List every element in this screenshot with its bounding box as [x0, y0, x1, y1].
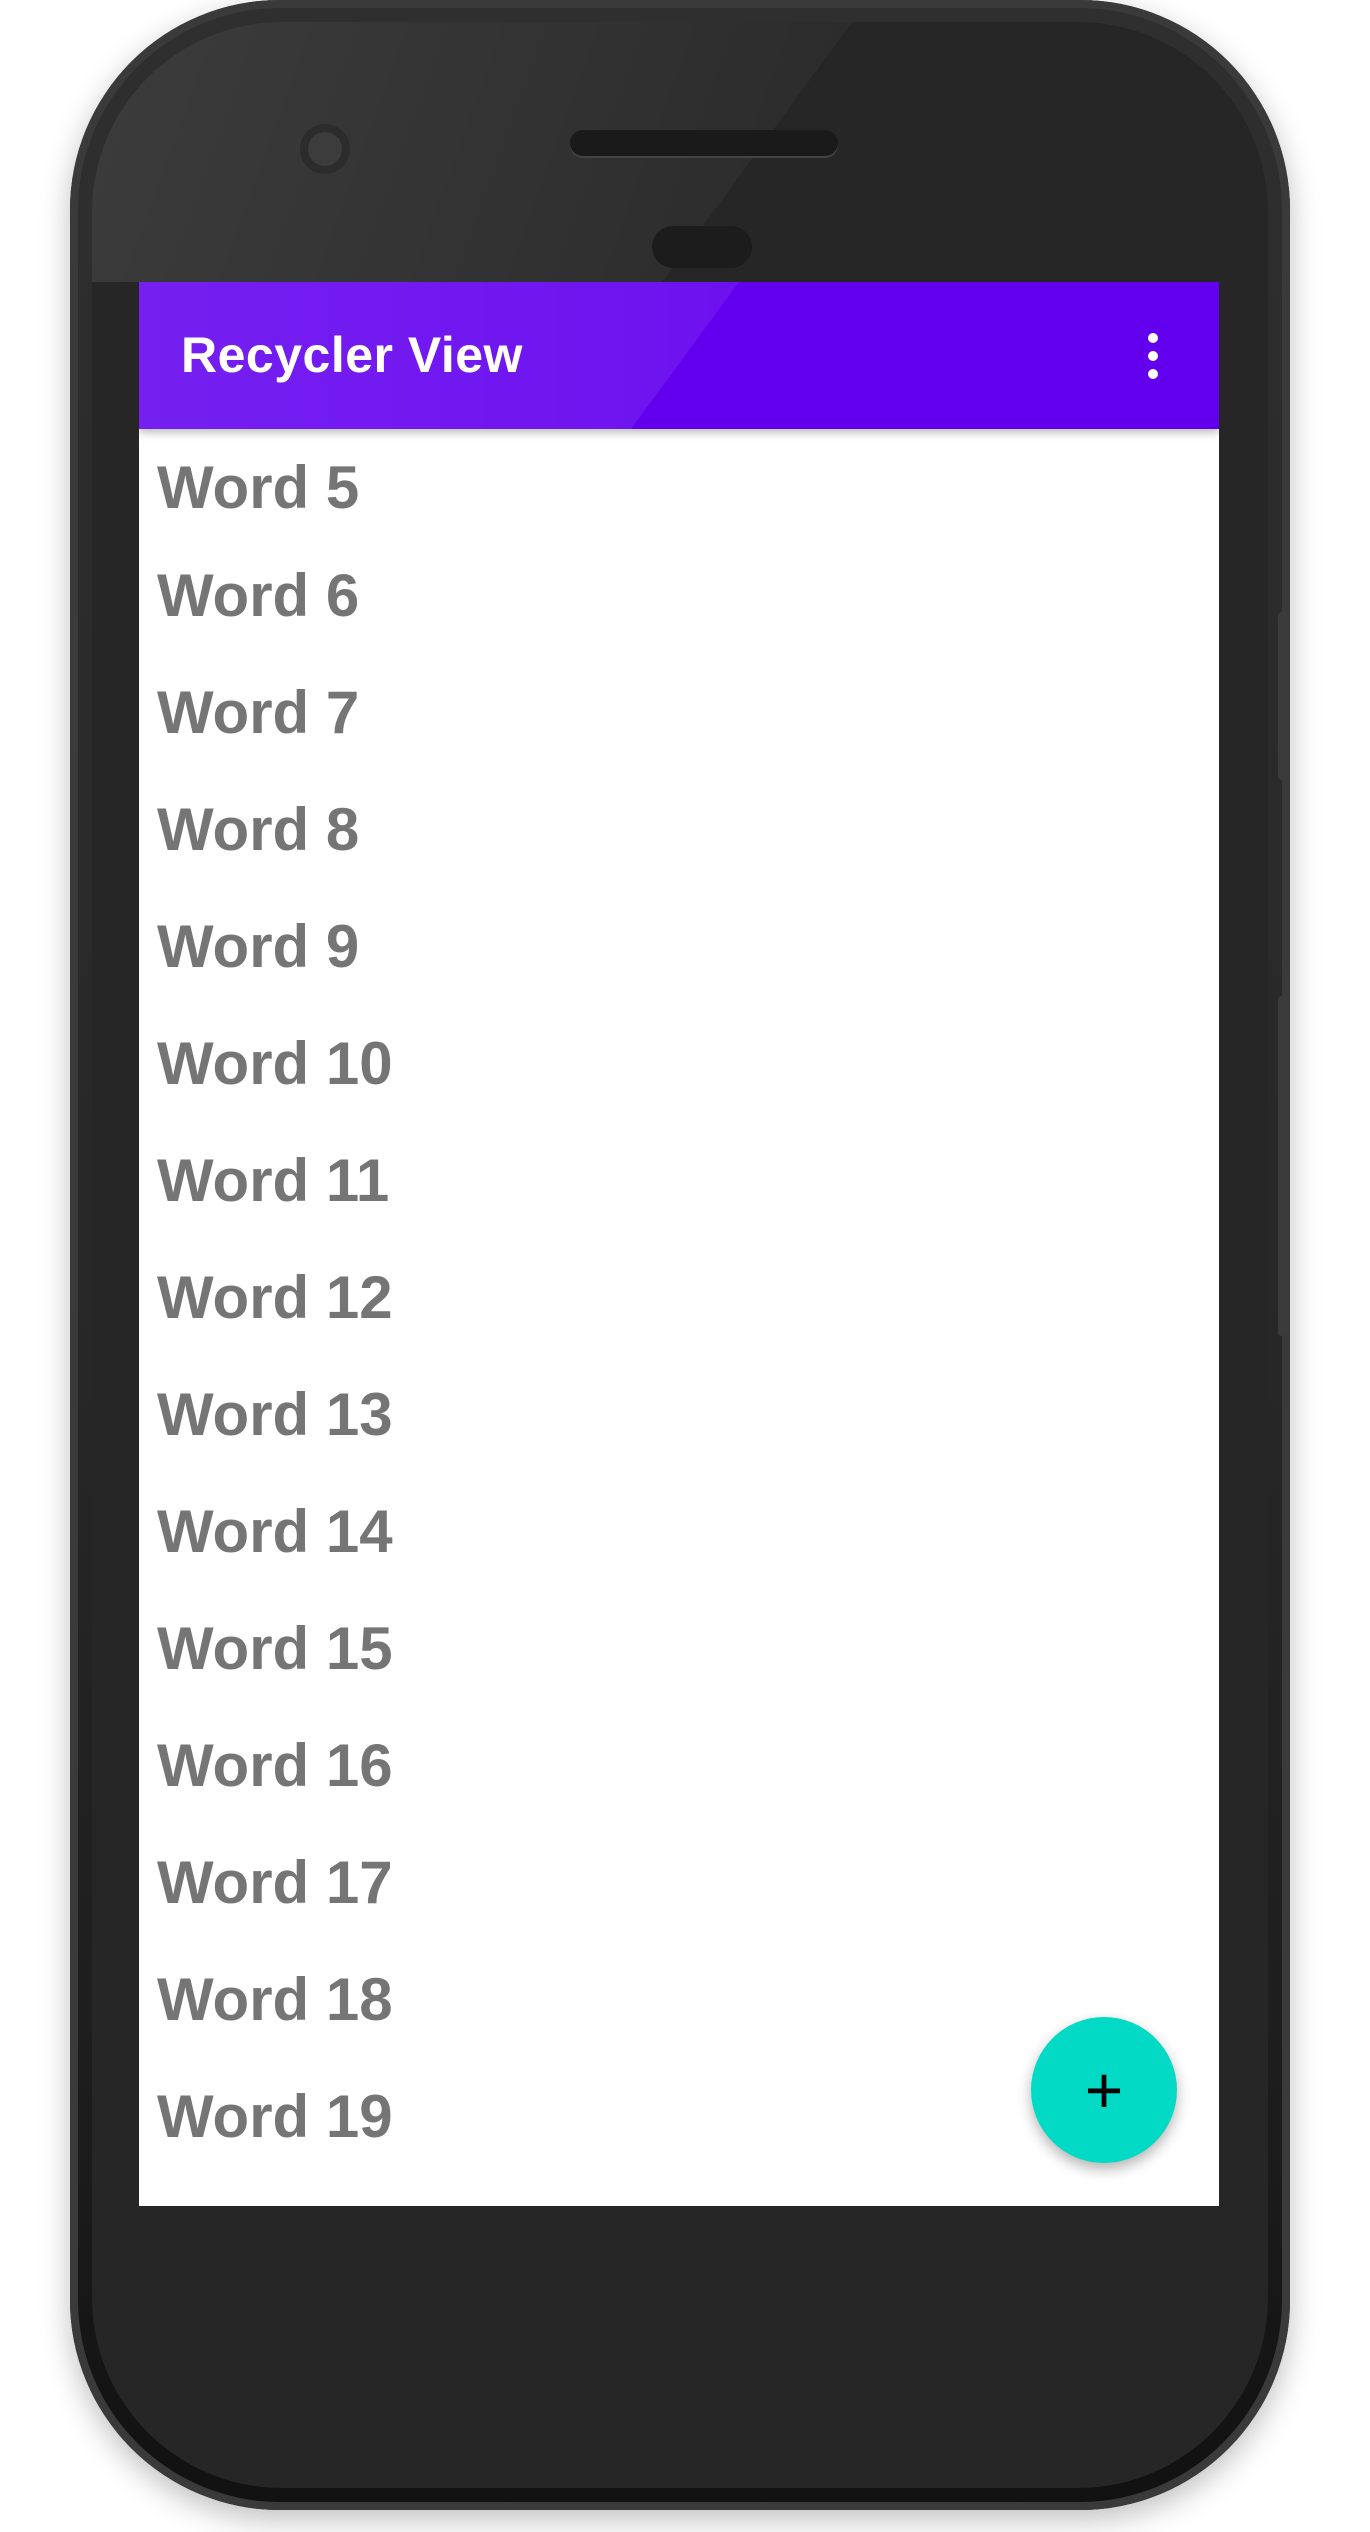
list-item[interactable]: Word 9: [139, 888, 1219, 1005]
more-vert-icon[interactable]: [1105, 308, 1201, 404]
list-item[interactable]: Word 12: [139, 1239, 1219, 1356]
list-item[interactable]: Word 11: [139, 1122, 1219, 1239]
app-title: Recycler View: [181, 327, 523, 383]
list-item[interactable]: Word 7: [139, 654, 1219, 771]
list-item[interactable]: Word 16: [139, 1707, 1219, 1824]
menu-dot: [1148, 369, 1158, 379]
volume-button: [1278, 612, 1288, 780]
list-item[interactable]: Word 8: [139, 771, 1219, 888]
list-item[interactable]: Word 10: [139, 1005, 1219, 1122]
word-list[interactable]: Word 5 Word 6 Word 7 Word 8 Word 9 Word …: [139, 429, 1219, 2175]
list-item[interactable]: Word 13: [139, 1356, 1219, 1473]
list-item[interactable]: Word 5: [139, 437, 1219, 537]
plus-icon: +: [1084, 2053, 1124, 2127]
proximity-sensor: [652, 226, 752, 268]
menu-dot: [1148, 333, 1158, 343]
app-screen: Recycler View Word 5 Word 6 Word 7 Word …: [139, 282, 1219, 2206]
earpiece-speaker: [570, 130, 838, 156]
app-bar: Recycler View: [139, 282, 1219, 429]
menu-dot: [1148, 351, 1158, 361]
front-camera: [300, 124, 350, 174]
power-button: [1278, 996, 1288, 1336]
list-item[interactable]: Word 15: [139, 1590, 1219, 1707]
list-item[interactable]: Word 6: [139, 537, 1219, 654]
list-item[interactable]: Word 14: [139, 1473, 1219, 1590]
add-button[interactable]: +: [1031, 2017, 1177, 2163]
list-item[interactable]: Word 17: [139, 1824, 1219, 1941]
